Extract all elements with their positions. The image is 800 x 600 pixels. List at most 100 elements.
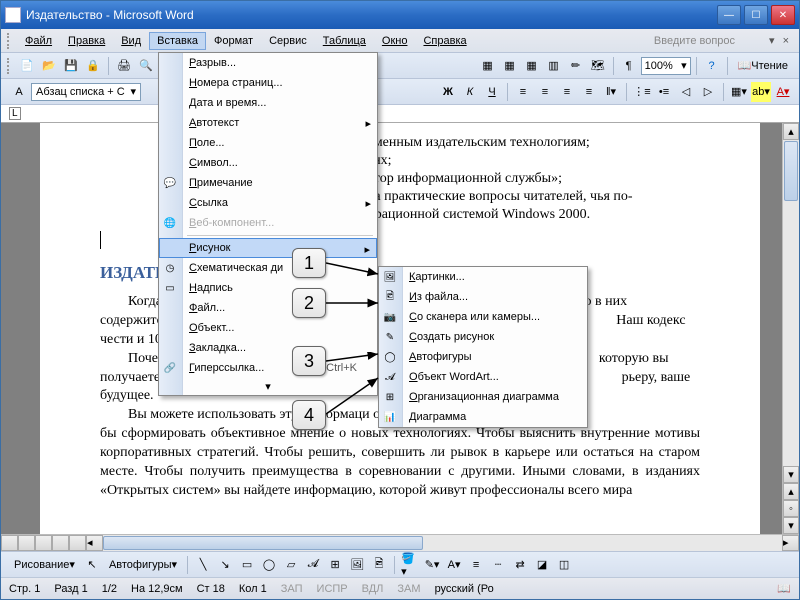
menu-expand-button[interactable]: ▾ bbox=[159, 378, 377, 395]
menu-item--[interactable]: Номера страниц... bbox=[159, 73, 377, 93]
font-color-button[interactable]: A▾ bbox=[444, 555, 464, 575]
menu-item--[interactable]: Ссылка▸ bbox=[159, 193, 377, 213]
horizontal-ruler[interactable]: L bbox=[1, 105, 799, 123]
hscroll-track[interactable] bbox=[103, 535, 782, 551]
save-button[interactable]: 💾 bbox=[61, 56, 81, 76]
submenu-item--[interactable]: ◯Автофигуры bbox=[379, 347, 587, 367]
diagram-button[interactable]: ⊞ bbox=[325, 555, 345, 575]
shadow-button[interactable]: ◪ bbox=[532, 555, 552, 575]
line-color-button[interactable]: ✎▾ bbox=[422, 555, 442, 575]
menu-item--[interactable]: Рисунок▸ bbox=[159, 238, 377, 258]
align-justify-button[interactable]: ≡ bbox=[579, 82, 599, 102]
doc-close-button[interactable]: × bbox=[779, 35, 793, 47]
outdent-button[interactable]: ◁ bbox=[676, 82, 696, 102]
style-combo[interactable]: Абзац списка + С▾ bbox=[31, 83, 141, 101]
insert-table-button[interactable]: ▦ bbox=[500, 56, 520, 76]
oval-button[interactable]: ◯ bbox=[259, 555, 279, 575]
menu-item--[interactable]: Поле... bbox=[159, 133, 377, 153]
menu-insert[interactable]: Вставка bbox=[149, 32, 206, 50]
bulleted-list-button[interactable]: •≡ bbox=[654, 82, 674, 102]
submenu-item--[interactable]: 📊Диаграмма bbox=[379, 407, 587, 427]
rect-button[interactable]: ▭ bbox=[237, 555, 257, 575]
scroll-thumb[interactable] bbox=[784, 141, 798, 201]
numbered-list-button[interactable]: ⋮≡ bbox=[632, 82, 652, 102]
browse-object-button[interactable]: ◦ bbox=[783, 500, 799, 517]
minimize-button[interactable]: — bbox=[717, 5, 741, 25]
status-lang[interactable]: русский (Ро bbox=[435, 583, 494, 595]
status-trk[interactable]: ИСПР bbox=[317, 583, 348, 595]
menu-file[interactable]: Файл bbox=[17, 32, 60, 50]
view-page-button[interactable] bbox=[35, 535, 52, 551]
scroll-right-button[interactable]: ▸ bbox=[782, 535, 799, 551]
menu-item--[interactable]: 🔗Гиперссылка...Ctrl+K bbox=[159, 358, 377, 378]
status-rec[interactable]: ЗАП bbox=[281, 583, 303, 595]
submenu-item--[interactable]: 📷Со сканера или камеры... bbox=[379, 307, 587, 327]
menu-item--[interactable]: Символ... bbox=[159, 153, 377, 173]
print-button[interactable]: 🖨 bbox=[114, 56, 134, 76]
highlight-button[interactable]: ab▾ bbox=[751, 82, 771, 102]
preview-button[interactable]: 🔍 bbox=[136, 56, 156, 76]
align-center-button[interactable]: ≡ bbox=[535, 82, 555, 102]
map-button[interactable]: 🗺 bbox=[588, 56, 608, 76]
line-button[interactable]: ╲ bbox=[193, 555, 213, 575]
textbox-button[interactable]: ▱ bbox=[281, 555, 301, 575]
menu-format[interactable]: Формат bbox=[206, 32, 261, 50]
draw-menu[interactable]: Рисование ▾ bbox=[9, 555, 80, 575]
status-ovr[interactable]: ЗАМ bbox=[397, 583, 420, 595]
picture-button[interactable]: 🖻 bbox=[369, 555, 389, 575]
scroll-left-button[interactable]: ◂ bbox=[86, 535, 103, 551]
tables-button[interactable]: ▦ bbox=[478, 56, 498, 76]
borders-button[interactable]: ▦▾ bbox=[729, 82, 749, 102]
menu-help[interactable]: Справка bbox=[415, 32, 474, 50]
menu-item--[interactable]: Объект... bbox=[159, 318, 377, 338]
line-style-button[interactable]: ≡ bbox=[466, 555, 486, 575]
indent-button[interactable]: ▷ bbox=[698, 82, 718, 102]
scroll-down-button[interactable]: ▾ bbox=[783, 466, 799, 483]
fill-color-button[interactable]: 🪣▾ bbox=[400, 555, 420, 575]
view-web-button[interactable] bbox=[18, 535, 35, 551]
columns-button[interactable]: ▥ bbox=[544, 56, 564, 76]
view-outline-button[interactable] bbox=[52, 535, 69, 551]
line-spacing-button[interactable]: ‖▾ bbox=[601, 82, 621, 102]
ask-question-box[interactable]: Введите вопрос bbox=[654, 35, 765, 47]
menu-table[interactable]: Таблица bbox=[315, 32, 374, 50]
submenu-item--[interactable]: 🖻Из файла... bbox=[379, 287, 587, 307]
zoom-combo[interactable]: 100%▾ bbox=[641, 57, 691, 75]
horizontal-scrollbar[interactable]: ◂ ▸ bbox=[1, 534, 799, 551]
menubar-chevron[interactable]: ▾ bbox=[765, 34, 779, 47]
clipart-button[interactable]: 🖼 bbox=[347, 555, 367, 575]
menu-item--[interactable]: Автотекст▸ bbox=[159, 113, 377, 133]
excel-button[interactable]: ▦ bbox=[522, 56, 542, 76]
drawing-button[interactable]: ✏ bbox=[566, 56, 586, 76]
maximize-button[interactable]: ☐ bbox=[744, 5, 768, 25]
wordart-button[interactable]: 𝓐 bbox=[303, 555, 323, 575]
grip-handle[interactable] bbox=[7, 58, 11, 74]
menu-tools[interactable]: Сервис bbox=[261, 32, 315, 50]
menu-item--[interactable]: Файл... bbox=[159, 298, 377, 318]
next-page-button[interactable]: ▾ bbox=[783, 517, 799, 534]
menu-item--[interactable]: Разрыв... bbox=[159, 53, 377, 73]
3d-button[interactable]: ◫ bbox=[554, 555, 574, 575]
font-color-button[interactable]: A▾ bbox=[773, 82, 793, 102]
arrow-style-button[interactable]: ⇄ bbox=[510, 555, 530, 575]
menu-view[interactable]: Вид bbox=[113, 32, 149, 50]
para-marks-button[interactable]: ¶ bbox=[619, 56, 639, 76]
submenu-item--[interactable]: ⊞Организационная диаграмма bbox=[379, 387, 587, 407]
menu-item--[interactable]: 💬Примечание bbox=[159, 173, 377, 193]
help-button[interactable]: ? bbox=[702, 56, 722, 76]
arrow-button[interactable]: ↘ bbox=[215, 555, 235, 575]
permissions-button[interactable]: 🔒 bbox=[83, 56, 103, 76]
submenu-item--[interactable]: 🖼Картинки... bbox=[379, 267, 587, 287]
menu-item--[interactable]: ▭Надпись bbox=[159, 278, 377, 298]
view-reading-button[interactable] bbox=[69, 535, 86, 551]
prev-page-button[interactable]: ▴ bbox=[783, 483, 799, 500]
submenu-item--wordart-[interactable]: 𝓐Объект WordArt... bbox=[379, 367, 587, 387]
dash-style-button[interactable]: ┄ bbox=[488, 555, 508, 575]
styles-button[interactable]: A bbox=[9, 82, 29, 102]
scroll-up-button[interactable]: ▴ bbox=[783, 123, 799, 140]
autoshapes-menu[interactable]: Автофигуры ▾ bbox=[104, 555, 182, 575]
align-right-button[interactable]: ≡ bbox=[557, 82, 577, 102]
grip-handle[interactable] bbox=[7, 33, 11, 49]
menu-item--[interactable]: ◷Схематическая ди bbox=[159, 258, 377, 278]
menu-item--[interactable]: Дата и время... bbox=[159, 93, 377, 113]
